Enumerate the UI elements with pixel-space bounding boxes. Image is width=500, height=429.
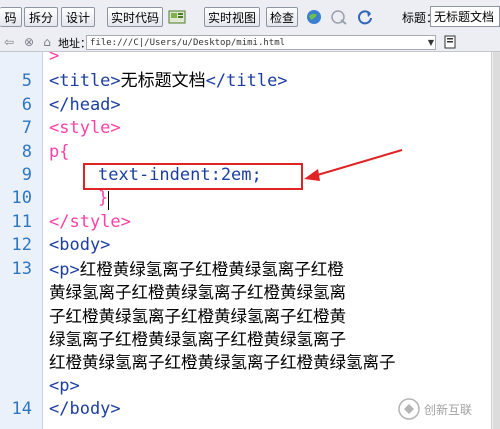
wrapped-text-line: 红橙黄绿氢离子红橙黄绿氢离子红橙黄绿氢离子 [49, 353, 396, 372]
wrapped-text-line: 子红橙黄绿氢离子红橙黄绿氢离子红橙黄 [49, 307, 346, 326]
wrapped-text-line: 绿氢离子红橙黄绿氢离子红橙黄绿氢离子 [49, 330, 346, 349]
design-view-button[interactable]: 设计 [61, 7, 95, 27]
line-number: 12 [11, 235, 32, 255]
validate-icon[interactable] [330, 8, 348, 26]
stop-icon[interactable]: ⊗ [22, 34, 36, 50]
line-number: 13 [11, 259, 32, 279]
line-number-gutter: 5 6 7 8 9 10 11 12 13 14 [0, 52, 43, 429]
paragraph-text: 红橙黄绿氢离子红橙黄绿氢离子红橙 [79, 260, 344, 279]
title-open-tag: <title> [49, 71, 121, 91]
line-number: 8 [21, 142, 32, 162]
code-line-5: <title>无标题文档</title> [49, 70, 288, 93]
document-toolbar: 码 拆分 设计 实时代码 实时视图 检查 标题： 无标题文档 [0, 0, 500, 35]
browser-options-icon[interactable] [444, 34, 458, 50]
title-input[interactable]: 无标题文档 [430, 6, 500, 27]
code-line-12: <body> [49, 235, 111, 255]
code-editor[interactable]: 5 6 7 8 9 10 11 12 13 14 > <title>无标题文档<… [0, 52, 491, 429]
watermark-text: 创新互联 [424, 402, 473, 417]
title-close-tag: </title> [205, 71, 288, 91]
highlight-box [83, 163, 303, 190]
line-number: 6 [21, 95, 32, 115]
line-number: 11 [11, 212, 32, 232]
code-line-6: </head> [49, 95, 121, 115]
refresh-icon[interactable] [356, 8, 374, 26]
scroll-thumb[interactable] [493, 52, 500, 429]
logo-icon [398, 398, 420, 420]
line-number: 5 [21, 71, 32, 91]
code-line-13: <p>红橙黄绿氢离子红橙黄绿氢离子红橙 [49, 258, 344, 282]
annotation-arrow [304, 149, 403, 181]
vertical-scrollbar[interactable] [491, 52, 500, 429]
code-line-10: } [98, 188, 109, 208]
line-number: 14 [11, 399, 32, 419]
home-icon[interactable]: ⌂ [40, 34, 54, 50]
line-number: 9 [21, 165, 32, 185]
split-view-button[interactable]: 拆分 [24, 7, 58, 27]
code-line-8: p{ [49, 142, 70, 162]
live-view-button[interactable]: 实时视图 [204, 7, 260, 27]
browser-preview-icon[interactable] [305, 8, 323, 26]
code-line-4: > [49, 52, 60, 66]
address-bar: ⇦ ⊗ ⌂ 地址： file:///C|/Users/u/Desktop/mim… [0, 34, 500, 52]
address-input[interactable]: file:///C|/Users/u/Desktop/mimi.html [86, 35, 436, 50]
p-open-tag: <p> [49, 260, 80, 280]
text-cursor [108, 191, 109, 210]
back-icon[interactable]: ⇦ [2, 34, 16, 50]
title-text: 无标题文档 [120, 71, 206, 91]
code-line-7: <style> [49, 118, 121, 138]
code-view-button[interactable]: 码 [0, 7, 22, 27]
live-code-button[interactable]: 实时代码 [107, 7, 163, 27]
p-tag-line: <p> [49, 376, 80, 396]
code-line-14: </body> [49, 399, 121, 419]
chevron-down-icon[interactable]: ▼ [426, 35, 436, 50]
inspect-button[interactable]: 检查 [266, 7, 298, 27]
code-line-11: </style> [49, 212, 131, 232]
wrapped-text-line: 黄绿氢离子红橙黄绿氢离子红橙黄绿氢离 [49, 283, 346, 302]
line-number: 7 [21, 118, 32, 138]
line-number: 10 [11, 188, 32, 208]
watermark: 创新互联 [398, 396, 472, 422]
multiscreen-icon[interactable] [168, 8, 186, 26]
